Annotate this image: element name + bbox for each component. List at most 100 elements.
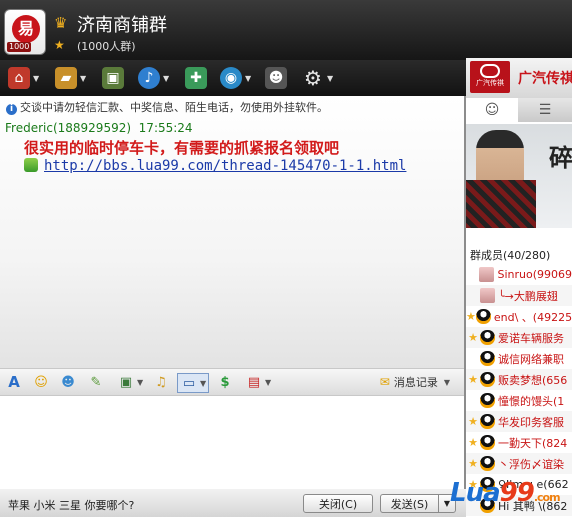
star-icon: ★ (468, 331, 478, 344)
message-time: 17:55:24 (138, 121, 193, 135)
title-bar: 易 1000 ♛ ★ 济南商铺群 (1000人群) (0, 0, 572, 60)
avatar (480, 414, 495, 429)
history-label: 消息记录 (393, 376, 438, 389)
star-icon: ★ (468, 457, 478, 470)
chevron-down-icon: ▼ (265, 377, 272, 387)
brand-logo: 广汽传祺 (470, 61, 510, 93)
tab-members[interactable]: ☺ (466, 98, 518, 122)
member-row[interactable]: ★ 一勤天下(824 (466, 432, 572, 453)
info-icon: i (6, 104, 17, 115)
member-name: ╰→大鹏展翅 (498, 289, 558, 303)
right-tabs: ☺ ☰ (466, 98, 572, 122)
settings-button[interactable]: ⚙ ▼ (302, 65, 333, 91)
album-button[interactable]: ▣ (102, 65, 124, 91)
chevron-down-icon: ▼ (200, 378, 207, 388)
member-row[interactable]: ╰→大鹏展翅 (466, 285, 572, 306)
avatar (480, 351, 495, 366)
member-row[interactable]: ★ 贩卖梦想(656 (466, 369, 572, 390)
voice-icon: ♪ (138, 67, 160, 89)
music-icon: ♫ (155, 374, 167, 390)
chat-history[interactable]: i 交谈中请勿轻信汇款、中奖信息、陌生电话，勿使用外挂软件。 Frederic(1… (0, 96, 464, 368)
ad-text: 广汽传祺 (518, 71, 572, 87)
image-button[interactable]: ▣ ▼ (117, 373, 143, 391)
avatar (480, 372, 495, 387)
gear-icon: ⚙ (304, 66, 322, 90)
member-row[interactable]: ★ end\ 、(49225 (466, 306, 572, 327)
video-button[interactable]: ◉ ▼ (220, 65, 251, 91)
banner-text: 碎 (549, 144, 572, 172)
watermark-part-a: Lua (450, 478, 501, 508)
banner-coat (466, 180, 536, 228)
ad-banner[interactable]: 广汽传祺 广汽传祺 (466, 58, 572, 98)
chevron-down-icon: ▼ (137, 377, 144, 387)
watermark-part-b: 99 (499, 478, 535, 508)
member-row[interactable]: ★ 丶浮伤〆谊染 (466, 453, 572, 474)
close-button[interactable]: 关闭(C) (303, 494, 373, 513)
security-notice: i 交谈中请勿轻信汇款、中奖信息、陌生电话，勿使用外挂软件。 (6, 99, 328, 115)
music-button[interactable]: ♫ (152, 373, 170, 391)
member-name: 一勤天下(824 (498, 436, 568, 450)
member-row[interactable]: ★ 爱诺车辆服务 (466, 327, 572, 348)
files-button[interactable]: ▰ ▼ (55, 65, 86, 91)
magic-emoji-button[interactable]: ☻ (59, 373, 77, 391)
font-icon: A (8, 373, 20, 391)
send-button[interactable]: 发送(S) (380, 494, 438, 513)
emoji-button[interactable]: ☺ (32, 373, 50, 391)
group-avatar[interactable]: 易 1000 (4, 9, 46, 55)
star-icon: ★ (468, 415, 478, 428)
star-icon: ★ (466, 310, 476, 323)
crown-icon: ♛ (54, 14, 68, 32)
history-button[interactable]: ✉ 消息记录 ▼ (380, 374, 450, 390)
screenshot-button[interactable]: ▭ ▼ (177, 373, 210, 393)
avatar (480, 435, 495, 450)
group-toolbar: ⌂ ▼ ▰ ▼ ▣ ♪ ▼ ✚ ◉ ▼ ☻ ⚙ ▼ (0, 60, 466, 96)
site-watermark: Lua99.com (450, 478, 561, 508)
member-name: 华发印务客服 (498, 415, 564, 429)
user-icon: ☻ (265, 67, 287, 89)
member-name: 爱诺车辆服务 (498, 331, 564, 345)
tab-more[interactable]: ☰ (519, 98, 571, 122)
message-link[interactable]: http://bbs.lua99.com/thread-145470-1-1.h… (44, 158, 406, 174)
star-icon: ★ (468, 373, 478, 386)
members-button[interactable]: ☻ (265, 65, 287, 91)
message-sender[interactable]: Frederic(188929592) (5, 121, 131, 135)
ad-ticker[interactable]: 苹果 小米 三星 你要哪个? (8, 497, 134, 513)
more-button[interactable]: ▤ ▼ (245, 373, 271, 391)
member-row[interactable]: Sinruo(99069 (466, 264, 572, 285)
members-header: 群成员(40/280) (470, 249, 551, 262)
members-icon: ☺ (484, 102, 500, 118)
magic-emoji-icon: ☻ (61, 374, 75, 390)
payment-icon: $ (220, 374, 230, 390)
chevron-down-icon: ▼ (80, 73, 87, 83)
avatar (480, 330, 495, 345)
member-row[interactable]: 憧憬的馒头(1 (466, 390, 572, 411)
apps-button[interactable]: ✚ (185, 65, 207, 91)
bottom-bar: 苹果 小米 三星 你要哪个? 关闭(C) 发送(S) ▼ (0, 489, 466, 517)
message-input[interactable] (0, 396, 464, 489)
member-name: end\ 、(49225 (493, 310, 572, 324)
home-button[interactable]: ⌂ ▼ (8, 65, 39, 91)
doodle-button[interactable]: ✎ (87, 373, 105, 391)
member-row[interactable]: 诚信网络兼职 (466, 348, 572, 369)
group-logo-glyph: 易 (12, 15, 40, 43)
avatar (480, 393, 495, 408)
chevron-down-icon: ▼ (245, 73, 252, 83)
avatar (480, 456, 495, 471)
group-banner-image[interactable]: 碎 (466, 124, 572, 228)
format-toolbar: A ☺ ☻ ✎ ▣ ▼ ♫ ▭ ▼ $ ▤ ▼ ✉ 消息记录 ▼ (0, 368, 464, 396)
chevron-down-icon: ▼ (327, 73, 334, 83)
chevron-down-icon: ▼ (33, 73, 40, 83)
image-icon: ▣ (119, 374, 133, 390)
avatar (479, 267, 495, 282)
smiley-icon: ☺ (34, 374, 48, 390)
message-header: Frederic(188929592) 17:55:24 (5, 121, 193, 135)
right-panel: ☺ ☰ 碎 群成员(40/280) Sinruo(99069 ╰→大鹏展翅 ★ end… (466, 98, 572, 517)
member-row[interactable]: ★ 华发印务客服 (466, 411, 572, 432)
voice-button[interactable]: ♪ ▼ (138, 65, 169, 91)
list-icon: ☰ (538, 102, 552, 118)
font-button[interactable]: A (5, 373, 23, 391)
chevron-down-icon: ▼ (443, 377, 450, 387)
member-name: 丶浮伤〆谊染 (498, 457, 564, 471)
payment-button[interactable]: $ (216, 373, 234, 391)
security-notice-text: 交谈中请勿轻信汇款、中奖信息、陌生电话，勿使用外挂软件。 (20, 101, 328, 114)
